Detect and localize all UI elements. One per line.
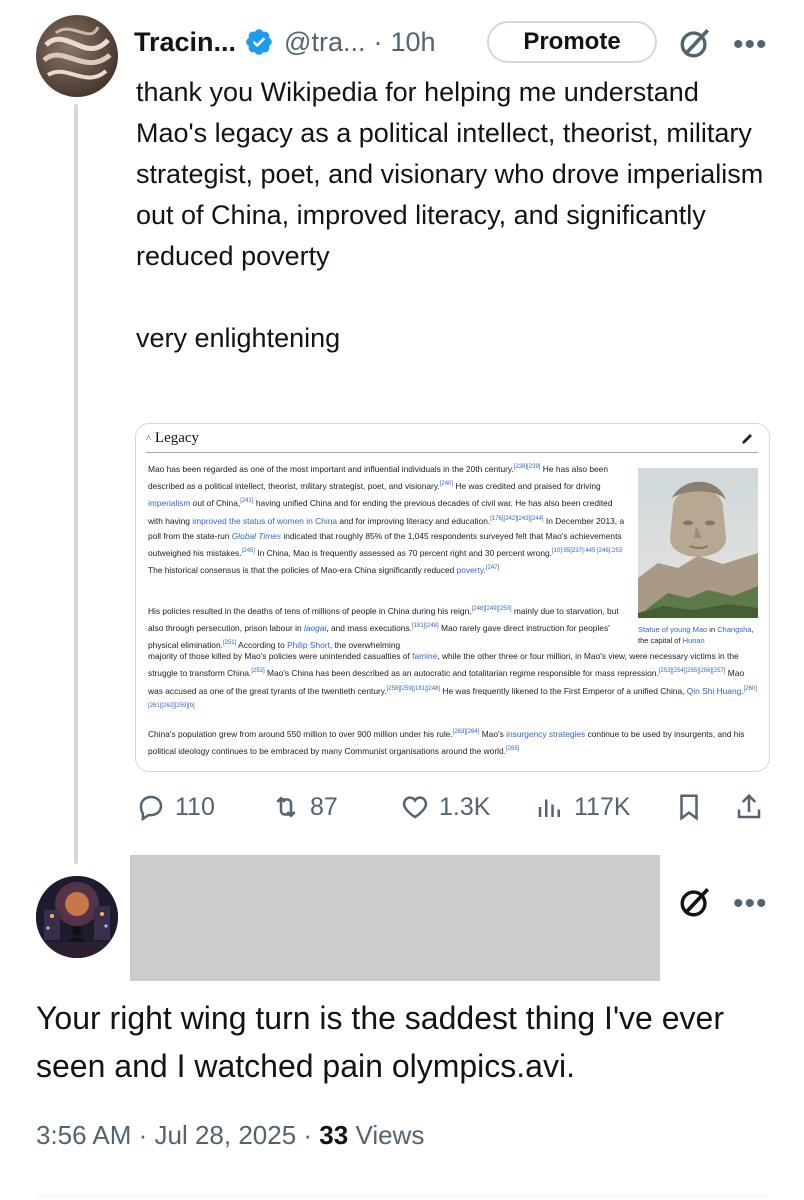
reply-icon xyxy=(139,795,163,822)
citation[interactable]: [247] xyxy=(486,565,499,571)
citation[interactable]: [251] xyxy=(223,640,236,646)
views-count: 117K xyxy=(574,792,631,821)
bookmark-icon xyxy=(680,794,698,821)
wiki-text: China's population grew from around 550 … xyxy=(148,728,453,739)
wiki-paragraph-2a: His policies resulted in the deaths of t… xyxy=(148,602,628,654)
citation[interactable]: [252] xyxy=(251,668,264,674)
wiki-link[interactable]: imperialism xyxy=(148,498,190,508)
statue-image xyxy=(638,468,758,618)
citation[interactable]: [263][264] xyxy=(453,729,480,735)
pencil-icon xyxy=(742,434,752,444)
caption-link[interactable]: Hunan xyxy=(683,636,705,645)
caption-link[interactable]: Statue of young Mao xyxy=(638,625,707,634)
handle[interactable]: @tra... xyxy=(284,27,365,58)
citation[interactable]: [176][242][243][244] xyxy=(490,516,543,522)
reply-date[interactable]: Jul 28, 2025 xyxy=(155,1120,297,1150)
wiki-link[interactable]: laogai xyxy=(304,623,326,633)
wiki-text: In China, Mao is frequently assessed as … xyxy=(254,548,552,559)
wiki-link[interactable]: famine xyxy=(412,651,437,661)
like-button[interactable]: 1.3K xyxy=(400,784,490,830)
collapse-caret-icon: ^ xyxy=(146,433,152,445)
meta-separator: · xyxy=(373,26,383,57)
wiki-text: majority of those killed by Mao's polici… xyxy=(148,651,413,661)
citation[interactable]: [245] xyxy=(242,548,255,554)
wiki-text: Mao's xyxy=(479,728,507,739)
wiki-paragraph-1: Mao has been regarded as one of the most… xyxy=(148,460,628,579)
more-options-icon[interactable]: ••• xyxy=(733,887,768,921)
share-icon xyxy=(737,793,761,819)
citation[interactable]: [253][254][255][256][257] xyxy=(659,668,726,674)
citation[interactable]: [258][259][181][248] xyxy=(387,686,440,692)
author-avatar[interactable] xyxy=(36,15,118,97)
wiki-paragraph-3: China's population grew from around 550 … xyxy=(148,725,758,759)
heading-rule xyxy=(146,452,758,453)
reply-time[interactable]: 3:56 AM xyxy=(36,1120,131,1150)
views-count: 33 xyxy=(319,1120,349,1150)
views-button[interactable]: 117K xyxy=(535,784,631,830)
grok-icon[interactable] xyxy=(678,885,712,919)
reply-button[interactable]: 110 xyxy=(136,784,215,830)
like-icon xyxy=(402,796,428,819)
tweet-header: Tracin... @tra... · 10h xyxy=(134,22,436,62)
reply-meta: 3:56 AM · Jul 28, 2025 · 33 Views xyxy=(36,1120,425,1150)
citation[interactable]: [240] xyxy=(440,481,453,487)
citation[interactable]: [10]:55[237]:445 [246]:253 xyxy=(552,548,622,554)
wiki-link[interactable]: improved the status of women in China xyxy=(192,515,337,525)
wiki-paragraph-2b: majority of those killed by Mao's polici… xyxy=(148,649,758,716)
timestamp[interactable]: 10h xyxy=(390,27,435,58)
reply-count: 110 xyxy=(175,792,215,821)
reply-text: Your right wing turn is the saddest thin… xyxy=(36,1000,724,1084)
wiki-text: out of China, xyxy=(190,498,241,509)
share-button[interactable] xyxy=(734,784,764,830)
wiki-text: He was credited and praised for driving xyxy=(453,481,601,491)
wiki-link[interactable]: insurgency strategies xyxy=(506,729,585,739)
grok-icon[interactable] xyxy=(678,26,712,60)
wiki-text: Mao's China has been described as an aut… xyxy=(264,668,659,679)
repost-icon xyxy=(276,796,296,818)
citation[interactable]: [248][249][250] xyxy=(472,606,512,612)
wiki-text: , and mass executions. xyxy=(326,623,412,633)
more-options-icon[interactable]: ••• xyxy=(733,28,768,62)
thread-connector xyxy=(74,104,78,864)
citation[interactable]: [241] xyxy=(240,498,253,504)
citation[interactable]: [238][239] xyxy=(514,464,541,470)
wiki-link[interactable]: poverty xyxy=(457,565,484,575)
views-icon xyxy=(538,799,560,817)
tweet-text: thank you Wikipedia for helping me under… xyxy=(136,77,764,353)
wiki-text: His policies resulted in the deaths of t… xyxy=(148,605,472,616)
reply-avatar[interactable] xyxy=(36,876,118,958)
like-count: 1.3K xyxy=(439,792,491,821)
wiki-text: Mao has been regarded as one of the most… xyxy=(148,463,514,474)
tweet-actions: 110 87 1.3K 117K xyxy=(136,784,776,830)
divider xyxy=(36,1196,768,1197)
verified-badge-icon xyxy=(246,29,272,55)
image-caption: Statue of young Mao in Changsha, the cap… xyxy=(638,625,754,645)
repost-button[interactable]: 87 xyxy=(271,784,338,830)
wiki-text: The historical consensus is that the pol… xyxy=(148,565,457,576)
repost-count: 87 xyxy=(310,792,338,821)
wiki-text: He was frequently likened to the First E… xyxy=(440,685,687,696)
attached-image[interactable]: ^ Legacy Mao has been regarded as one of… xyxy=(135,423,770,772)
redacted-user-info xyxy=(130,855,660,981)
wiki-text: and for improving literacy and education… xyxy=(337,515,491,526)
wiki-link[interactable]: Qin Shi Huang xyxy=(687,685,741,695)
wiki-section-heading: ^ Legacy xyxy=(146,430,200,446)
caption-link[interactable]: Changsha xyxy=(717,625,751,634)
promote-button[interactable]: Promote xyxy=(487,21,657,63)
display-name[interactable]: Tracin... xyxy=(134,27,236,58)
citation[interactable]: [181][248] xyxy=(412,623,439,629)
citation[interactable]: [265] xyxy=(506,746,519,752)
bookmark-button[interactable] xyxy=(674,784,704,830)
wiki-link[interactable]: Global Times xyxy=(232,531,281,541)
